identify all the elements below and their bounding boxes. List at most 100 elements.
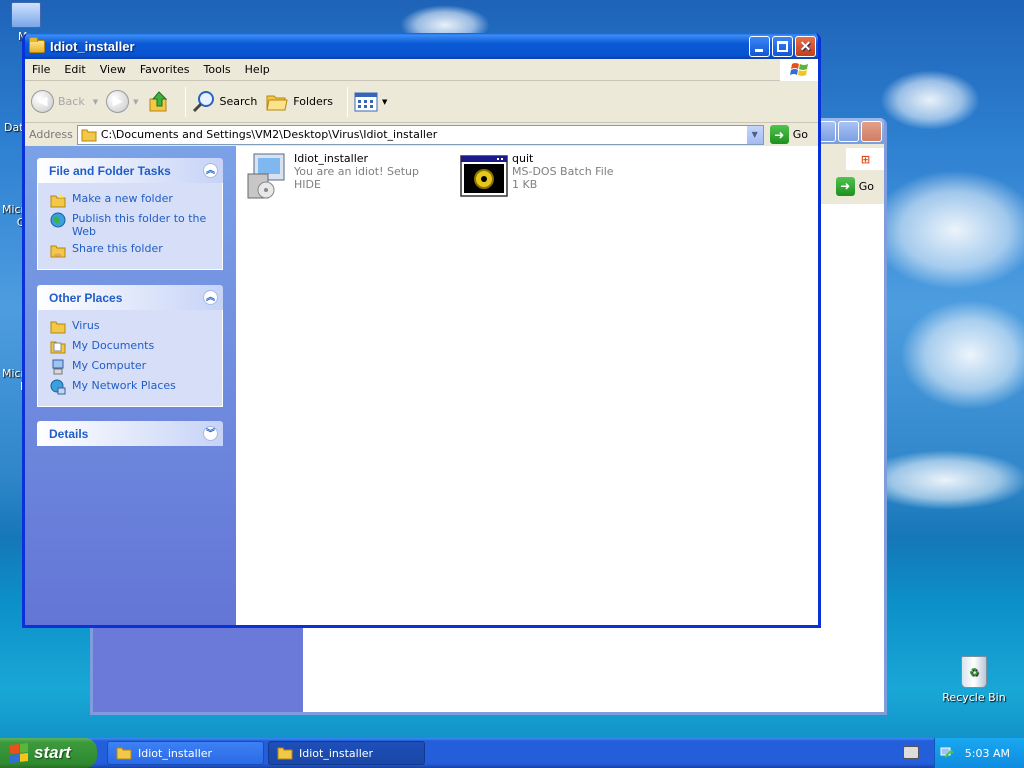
window-titlebar[interactable]: Idiot_installer ✕ — [25, 33, 818, 59]
close-button[interactable] — [861, 120, 882, 142]
go-arrow-icon: ➜ — [769, 125, 789, 144]
menu-view[interactable]: View — [93, 63, 133, 76]
clock[interactable]: 5:03 AM — [965, 747, 1010, 760]
my-computer-link[interactable]: My Computer — [50, 359, 222, 375]
link-label: Make a new folder — [72, 192, 173, 205]
start-button[interactable]: start — [0, 738, 97, 768]
chevron-up-icon[interactable]: ︽ — [203, 163, 218, 178]
desktop-icon-data[interactable]: Dat — [4, 121, 24, 134]
panel-body: Make a new folder Publish this folder to… — [37, 183, 223, 270]
panel-title: Details — [49, 426, 89, 441]
cloud — [870, 170, 1024, 290]
details-panel: Details ︾ — [37, 421, 223, 446]
window-title: Idiot_installer — [50, 38, 135, 54]
windows-flag-icon — [10, 743, 28, 763]
address-input[interactable]: C:\Documents and Settings\VM2\Desktop\Vi… — [76, 124, 764, 145]
address-bar: Address C:\Documents and Settings\VM2\De… — [25, 123, 818, 147]
my-documents-link[interactable]: My Documents — [50, 339, 222, 355]
windows-logo-icon — [780, 59, 818, 81]
make-new-folder-link[interactable]: Make a new folder — [50, 192, 222, 208]
share-folder-link[interactable]: Share this folder — [50, 242, 222, 258]
folder-icon — [50, 321, 66, 334]
toolbar-separator — [184, 86, 186, 117]
panel-header[interactable]: File and Folder Tasks ︽ — [37, 158, 223, 183]
up-folder-icon — [149, 90, 167, 111]
toolbar-separator — [347, 86, 349, 117]
new-folder-icon — [50, 193, 66, 208]
address-label: Address — [29, 128, 73, 141]
panel-title: File and Folder Tasks — [49, 163, 171, 178]
link-label: Virus — [72, 319, 100, 332]
panel-header[interactable]: Details ︾ — [37, 421, 223, 446]
link-label: My Computer — [72, 359, 147, 372]
menu-favorites[interactable]: Favorites — [133, 63, 197, 76]
explorer-window[interactable]: Idiot_installer ✕ File Edit View Favorit… — [22, 33, 821, 628]
search-button[interactable]: Search — [192, 90, 257, 114]
network-icon — [50, 379, 66, 395]
panel-title: Other Places — [49, 290, 123, 305]
maximize-button[interactable] — [772, 35, 793, 57]
link-label: My Documents — [72, 339, 155, 352]
maximize-button[interactable] — [838, 120, 859, 142]
publish-to-web-link[interactable]: Publish this folder to the Web — [50, 212, 222, 238]
setup-installer-icon — [247, 153, 285, 199]
batch-file-icon — [460, 155, 508, 197]
keyboard-icon[interactable] — [903, 746, 919, 759]
globe-icon — [50, 212, 66, 228]
go-button[interactable]: ➜ Go — [835, 176, 874, 196]
dropdown-arrow-icon: ▼ — [92, 97, 99, 106]
menu-file[interactable]: File — [25, 63, 57, 76]
file-item-idiot-installer[interactable]: Idiot_installer You are an idiot! Setup … — [242, 152, 419, 200]
folder-icon — [116, 747, 132, 760]
go-button[interactable]: ➜ Go — [769, 125, 808, 144]
my-documents-icon — [50, 341, 66, 354]
task-pane: File and Folder Tasks ︽ Make a new folde… — [25, 146, 236, 625]
views-button[interactable]: ▼ — [354, 92, 387, 112]
network-status-icon[interactable] — [939, 745, 955, 761]
computer-icon — [11, 2, 41, 28]
menu-bar: File Edit View Favorites Tools Help — [25, 59, 818, 81]
menu-help[interactable]: Help — [238, 63, 277, 76]
file-description: You are an idiot! Setup — [294, 165, 420, 178]
desktop-icon-recycle-bin[interactable]: ♻ Recycle Bin — [942, 656, 1006, 704]
folder-icon — [277, 747, 293, 760]
forward-button[interactable]: ▶ ▼ — [106, 90, 139, 113]
folder-icon — [29, 36, 45, 53]
minimize-button[interactable] — [749, 35, 770, 57]
back-button[interactable]: ◀ Back ▼ — [31, 90, 98, 113]
address-dropdown-button[interactable]: ▼ — [745, 125, 763, 144]
cloud — [900, 300, 1024, 410]
taskbar-app-idiot-installer-1[interactable]: Idiot_installer — [107, 741, 264, 765]
share-folder-icon — [50, 245, 66, 258]
system-tray: 5:03 AM — [934, 738, 1024, 768]
file-size: 1 KB — [512, 178, 538, 191]
address-value: C:\Documents and Settings\VM2\Desktop\Vi… — [100, 128, 438, 141]
back-label: Back — [58, 95, 85, 108]
other-places-panel: Other Places ︽ Virus My Documents My Com… — [37, 285, 223, 407]
search-icon — [192, 90, 214, 112]
taskbar-app-idiot-installer-2[interactable]: Idiot_installer — [268, 741, 425, 765]
dropdown-arrow-icon: ▼ — [382, 97, 388, 106]
link-label: My Network Places — [72, 379, 176, 392]
close-button[interactable]: ✕ — [795, 35, 816, 57]
chevron-down-icon[interactable]: ︾ — [203, 426, 218, 441]
link-label: Publish this folder to the Web — [72, 212, 207, 238]
folders-label: Folders — [293, 95, 334, 108]
my-network-places-link[interactable]: My Network Places — [50, 379, 222, 395]
menu-tools[interactable]: Tools — [197, 63, 238, 76]
file-item-quit[interactable]: quit MS-DOS Batch File 1 KB — [460, 152, 614, 200]
views-icon — [354, 92, 378, 111]
file-list: Idiot_installer You are an idiot! Setup … — [236, 146, 818, 625]
desktop-icon-label: Dat — [4, 121, 24, 134]
menu-edit[interactable]: Edit — [57, 63, 92, 76]
link-label: Share this folder — [72, 242, 163, 255]
file-folder-tasks-panel: File and Folder Tasks ︽ Make a new folde… — [37, 158, 223, 270]
panel-header[interactable]: Other Places ︽ — [37, 285, 223, 310]
chevron-up-icon[interactable]: ︽ — [203, 290, 218, 305]
go-label: Go — [792, 128, 808, 141]
recycle-bin-icon: ♻ — [961, 656, 987, 688]
virus-folder-link[interactable]: Virus — [50, 319, 222, 335]
up-folder-button[interactable] — [147, 90, 171, 114]
taskbar: start Idiot_installer Idiot_installer 5:… — [0, 738, 1024, 768]
folders-button[interactable]: Folders — [265, 91, 333, 113]
